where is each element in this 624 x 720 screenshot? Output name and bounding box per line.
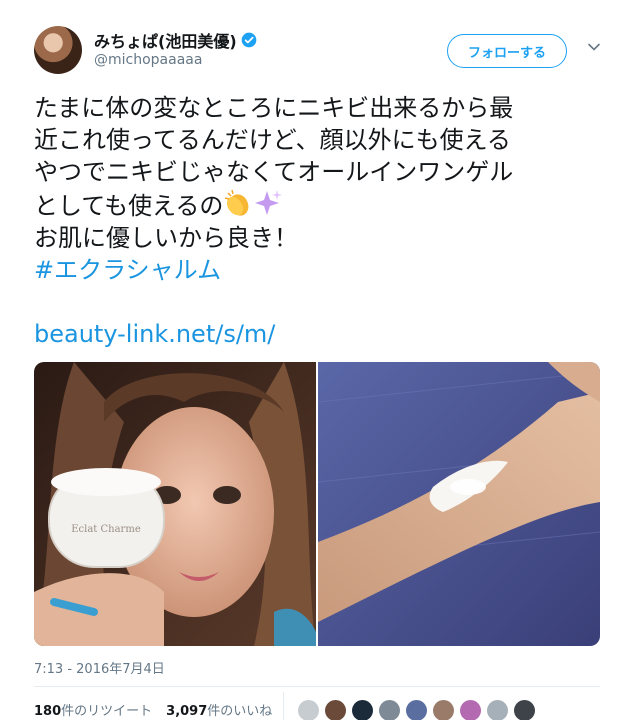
tweet-timestamp[interactable]: 7:13 - 2016年7月4日 [34, 658, 165, 677]
sparkles-emoji-icon [255, 190, 283, 215]
display-name[interactable]: みちょぱ(池田美優) [94, 28, 237, 52]
liker-avatar[interactable] [325, 700, 346, 720]
like-count: 3,097 [166, 704, 208, 719]
liker-avatar[interactable] [487, 700, 508, 720]
retweet-label: 件のリツイート [61, 704, 153, 719]
liker-avatar[interactable] [352, 700, 373, 720]
clapping-hands-emoji-icon [225, 189, 249, 216]
liker-avatar[interactable] [514, 700, 535, 720]
retweet-stat[interactable]: 180件のリツイート [34, 700, 152, 719]
tweet-line: としても使えるの [34, 192, 224, 220]
tweet-line: お肌に優しいから良き！ [34, 224, 298, 252]
liker-avatar[interactable] [406, 700, 427, 720]
liker-avatars [298, 700, 535, 720]
tweet-line-with-emoji: としても使えるの [34, 188, 599, 222]
hashtag-link[interactable]: #エクラシャルム [34, 254, 599, 286]
tweet-line: たまに体の変なところにニキビ出来るから最 [34, 94, 514, 122]
like-label: 件のいいね [207, 704, 273, 719]
retweet-count: 180 [34, 704, 62, 719]
liker-avatar[interactable] [460, 700, 481, 720]
divider [34, 686, 600, 687]
tweet-line: 近これ使ってるんだけど、顔以外にも使える [34, 126, 511, 154]
selfie-photo[interactable]: Eclat Charme [34, 362, 316, 646]
liker-avatar[interactable] [298, 700, 319, 720]
user-avatar[interactable] [34, 26, 82, 74]
chevron-down-icon[interactable] [587, 40, 601, 54]
stats-separator [283, 692, 284, 720]
tweet-header: みちょぱ(池田美優) @michopaaaaa フォローする [34, 26, 604, 76]
like-stat[interactable]: 3,097件のいいね [166, 700, 272, 719]
verified-badge-icon [241, 32, 256, 48]
arm-photo[interactable] [318, 362, 600, 646]
liker-avatar[interactable] [379, 700, 400, 720]
name-row: みちょぱ(池田美優) [94, 28, 257, 52]
follow-button[interactable]: フォローする [447, 34, 567, 68]
liker-avatar[interactable] [433, 700, 454, 720]
tweet-link[interactable]: beauty-link.net/s/m/ [34, 318, 275, 350]
jar-label: Eclat Charme [71, 524, 141, 535]
user-handle[interactable]: @michopaaaaa [94, 52, 202, 68]
tweet-stats: 180件のリツイート 3,097件のいいね [34, 700, 272, 719]
media-grid: Eclat Charme [34, 362, 600, 646]
tweet-line: やつでニキビじゃなくてオールインワンゲル [34, 158, 514, 186]
tweet-text: たまに体の変なところにニキビ出来るから最 近これ使ってるんだけど、顔以外にも使え… [34, 92, 599, 286]
